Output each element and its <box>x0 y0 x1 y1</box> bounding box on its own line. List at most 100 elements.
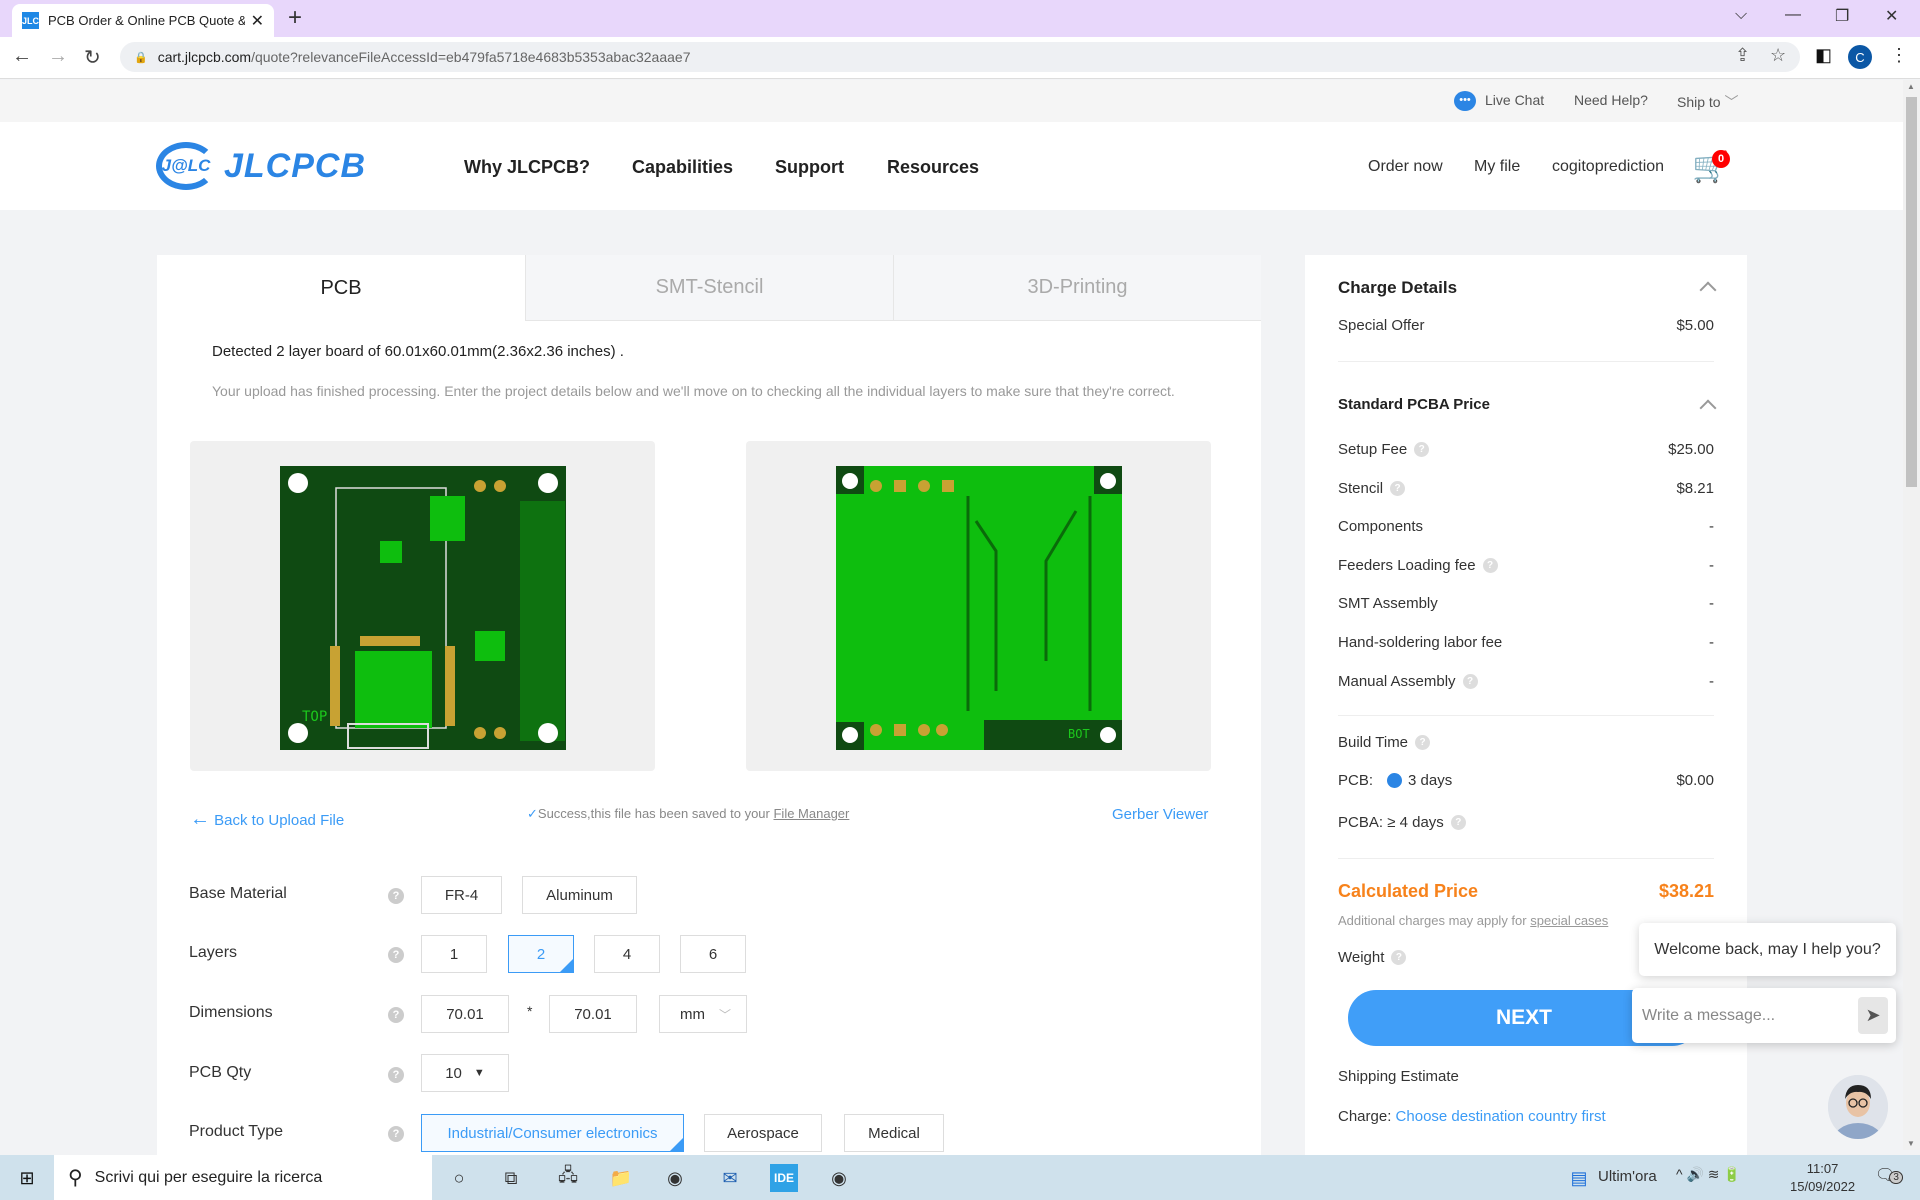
gerber-viewer-link[interactable]: Gerber Viewer <box>1112 806 1208 823</box>
username-link[interactable]: cogitoprediction <box>1552 158 1664 176</box>
close-window-button[interactable]: ✕ <box>1885 6 1898 26</box>
taskbar-clock[interactable]: 11:07 15/09/2022 <box>1790 1160 1855 1196</box>
network-app-icon[interactable]: 🖧 <box>554 1164 582 1192</box>
product-type-aerospace[interactable]: Aerospace <box>704 1114 822 1152</box>
windows-start-icon[interactable]: ⊞ <box>13 1164 41 1192</box>
charge-row-value: - <box>1709 557 1714 574</box>
base-material-aluminum[interactable]: Aluminum <box>522 876 637 914</box>
pcb-top-preview[interactable]: TOP <box>190 441 655 771</box>
product-type-industrial[interactable]: Industrial/Consumer electronics <box>421 1114 684 1152</box>
page-scrollbar[interactable]: ▲ ▼ <box>1903 80 1920 1150</box>
nav-capabilities[interactable]: Capabilities <box>632 157 733 178</box>
pcba-price-title: Standard PCBA Price <box>1338 396 1490 413</box>
tab-3d-printing[interactable]: 3D-Printing <box>893 255 1261 321</box>
live-chat-link[interactable]: Live Chat <box>1485 92 1544 108</box>
task-view-icon[interactable]: ⧉ <box>497 1164 525 1192</box>
help-icon[interactable]: ? <box>1414 442 1430 457</box>
help-icon[interactable]: ? <box>1482 558 1498 573</box>
help-icon[interactable]: ? <box>388 1067 404 1083</box>
thunderbird-icon[interactable]: ✉ <box>716 1164 744 1192</box>
charge-details-title: Charge Details <box>1338 278 1458 297</box>
help-icon[interactable]: ? <box>388 1007 404 1023</box>
layers-6[interactable]: 6 <box>680 935 746 973</box>
special-cases-link[interactable]: special cases <box>1530 913 1608 928</box>
pcba-price-header[interactable]: Standard PCBA Price <box>1338 396 1717 417</box>
help-icon[interactable]: ? <box>388 888 404 904</box>
chat-agent-avatar[interactable] <box>1828 1075 1888 1139</box>
share-icon[interactable]: ⇪ <box>1735 45 1750 66</box>
restore-button[interactable]: ❐ <box>1835 6 1849 26</box>
back-icon[interactable]: ← <box>12 45 32 68</box>
layers-2[interactable]: 2 <box>508 935 574 973</box>
nav-support[interactable]: Support <box>775 157 844 178</box>
success-message: ✓Success,this file has been saved to you… <box>527 806 849 822</box>
special-offer-value: $5.00 <box>1676 317 1714 334</box>
layers-1[interactable]: 1 <box>421 935 487 973</box>
nav-why-jlcpcb[interactable]: Why JLCPCB? <box>464 157 590 178</box>
arduino-ide-icon[interactable]: IDE <box>770 1164 798 1192</box>
close-tab-icon[interactable]: ✕ <box>251 11 264 31</box>
browser-tab[interactable]: JLC PCB Order & Online PCB Quote & ... ✕ <box>12 4 274 37</box>
menu-kebab-icon[interactable]: ⋮ <box>1890 45 1908 66</box>
help-icon[interactable]: ? <box>1391 950 1407 965</box>
file-manager-link[interactable]: File Manager <box>773 806 849 821</box>
charge-row: Setup Fee? $25.00 <box>1338 441 1714 458</box>
forward-icon[interactable]: → <box>48 45 68 68</box>
url-input[interactable]: 🔒 cart.jlcpcb.com/quote?relevanceFileAcc… <box>120 42 1800 72</box>
need-help-link[interactable]: Need Help? <box>1574 92 1648 108</box>
notification-count: 3 <box>1889 1171 1903 1184</box>
taskbar-search-placeholder: Scrivi qui per eseguire la ricerca <box>94 1168 323 1186</box>
dimension-unit-select[interactable]: mm ﹀ <box>659 995 747 1033</box>
order-now-link[interactable]: Order now <box>1368 158 1443 176</box>
dimension-height-input[interactable]: 70.01 <box>549 995 637 1033</box>
top-utility-bar: ••• Live Chat Need Help? Ship to ﹀ <box>0 80 1903 122</box>
tray-icons[interactable]: ^ 🔊 ≋ 🔋 <box>1676 1166 1741 1183</box>
tab-smt-stencil[interactable]: SMT-Stencil <box>525 255 893 321</box>
scroll-up-icon[interactable]: ▲ <box>1907 82 1915 91</box>
pcb-qty-select[interactable]: 10 ▼ <box>421 1054 509 1092</box>
minimize-button[interactable]: — <box>1785 6 1801 24</box>
help-icon[interactable]: ? <box>388 947 404 963</box>
ship-to-dropdown[interactable]: Ship to ﹀ <box>1677 92 1738 112</box>
side-panel-icon[interactable]: ◧ <box>1815 45 1832 66</box>
reload-icon[interactable]: ↻ <box>84 45 101 70</box>
chrome-icon[interactable]: ◉ <box>661 1164 689 1192</box>
charge-row-label: Hand-soldering labor fee <box>1338 634 1503 651</box>
taskbar-search-input[interactable]: ⚲ Scrivi qui per eseguire la ricerca <box>54 1155 432 1200</box>
tab-pcb[interactable]: PCB <box>157 255 525 321</box>
pcb-bottom-preview[interactable]: BOT <box>746 441 1211 771</box>
product-type-medical[interactable]: Medical <box>844 1114 944 1152</box>
tab-search-icon[interactable]: ⌵ <box>1735 6 1747 24</box>
help-icon[interactable]: ? <box>1450 815 1466 830</box>
chrome-profile-icon[interactable]: ◉ <box>825 1164 853 1192</box>
cortana-icon[interactable]: ○ <box>445 1164 473 1192</box>
file-explorer-icon[interactable]: 📁 <box>607 1164 635 1192</box>
help-icon[interactable]: ? <box>388 1126 404 1142</box>
nav-resources[interactable]: Resources <box>887 157 979 178</box>
shipping-charge-row: Charge: Choose destination country first <box>1338 1108 1714 1125</box>
pcb-time-radio[interactable] <box>1387 773 1403 788</box>
scrollbar-thumb[interactable] <box>1906 97 1917 487</box>
notification-center-icon[interactable]: 🗨3 <box>1875 1165 1903 1185</box>
layers-4[interactable]: 4 <box>594 935 660 973</box>
back-to-upload-link[interactable]: ← Back to Upload File <box>190 808 344 831</box>
charge-details-header[interactable]: Charge Details <box>1338 278 1717 299</box>
scroll-down-icon[interactable]: ▼ <box>1907 1139 1915 1148</box>
my-file-link[interactable]: My file <box>1474 158 1520 176</box>
new-tab-button[interactable]: + <box>288 4 302 32</box>
help-icon[interactable]: ? <box>1462 674 1478 689</box>
dimension-width-input[interactable]: 70.01 <box>421 995 509 1033</box>
profile-avatar[interactable]: C <box>1848 45 1872 69</box>
chat-message-input[interactable]: Write a message... ➤ <box>1632 988 1896 1043</box>
help-icon[interactable]: ? <box>1415 735 1431 750</box>
choose-country-link[interactable]: Choose destination country first <box>1396 1108 1606 1125</box>
send-icon[interactable]: ➤ <box>1858 997 1888 1034</box>
url-host: cart.jlcpcb.com <box>157 49 252 65</box>
help-icon[interactable]: ? <box>1390 481 1406 496</box>
jlcpcb-logo[interactable]: J@LC JLCPCB <box>156 142 366 190</box>
dimensions-label: Dimensions <box>189 1004 273 1021</box>
news-widget-icon[interactable]: ▤ <box>1565 1164 1593 1192</box>
bookmark-star-icon[interactable]: ☆ <box>1770 45 1786 66</box>
news-widget-label[interactable]: Ultim'ora <box>1598 1168 1657 1185</box>
base-material-fr4[interactable]: FR-4 <box>421 876 502 914</box>
